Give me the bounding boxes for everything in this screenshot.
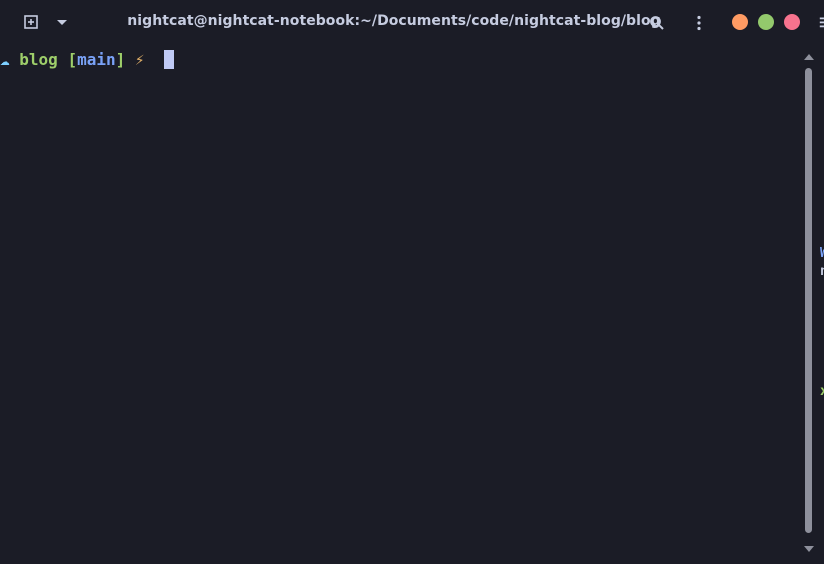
- maximize-button[interactable]: [758, 14, 774, 30]
- edge-glyph-middle-1: W: [820, 246, 824, 261]
- branch-bracket-close: ]: [115, 50, 126, 69]
- scrollbar[interactable]: [801, 54, 817, 556]
- text-cursor: [163, 50, 174, 69]
- scroll-up-arrow-icon[interactable]: [804, 54, 814, 60]
- close-button[interactable]: [784, 14, 800, 30]
- edge-glyph-top: ☰: [819, 16, 824, 31]
- prompt-line: ☁ blog [main] ⚡: [0, 50, 174, 70]
- search-button[interactable]: [645, 11, 669, 35]
- kebab-menu-icon: [697, 15, 701, 31]
- menu-button[interactable]: [688, 11, 710, 35]
- titlebar: nightcat@nightcat-notebook:~/Documents/c…: [0, 0, 824, 44]
- lightning-icon: ⚡: [134, 50, 145, 69]
- search-icon: [650, 16, 664, 30]
- terminal-window: nightcat@nightcat-notebook:~/Documents/c…: [0, 0, 824, 564]
- cloud-icon: ☁: [0, 50, 10, 69]
- scroll-down-arrow-icon[interactable]: [804, 546, 814, 552]
- branch-bracket-open: [: [67, 50, 78, 69]
- prompt-directory: blog: [19, 50, 58, 69]
- minimize-button[interactable]: [732, 14, 748, 30]
- prompt-branch: main: [77, 50, 116, 69]
- terminal-output[interactable]: ☁ blog [main] ⚡: [0, 44, 800, 556]
- edge-glyph-middle-2: n: [820, 264, 824, 279]
- window-bottom-edge: [0, 556, 824, 564]
- edge-glyph-lower: x: [820, 384, 824, 399]
- scrollbar-thumb[interactable]: [805, 68, 812, 533]
